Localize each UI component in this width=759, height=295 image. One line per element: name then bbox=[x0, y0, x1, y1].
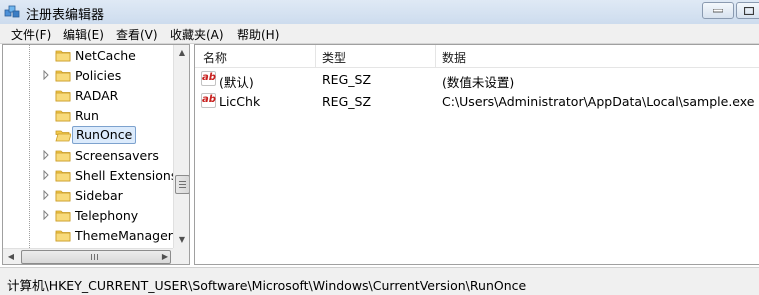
tree-item-label: Screensavers bbox=[75, 148, 159, 163]
tree-vertical-scrollbar[interactable]: ▲ ▼ bbox=[173, 45, 189, 248]
tree-item-netcache[interactable]: NetCache bbox=[3, 45, 173, 65]
expand-arrow-icon[interactable] bbox=[42, 70, 50, 80]
string-value-icon: ab bbox=[201, 71, 216, 86]
status-bar: 计算机\HKEY_CURRENT_USER\Software\Microsoft… bbox=[0, 267, 759, 295]
expand-arrow-icon[interactable] bbox=[42, 170, 50, 180]
value-name: LicChk bbox=[219, 94, 261, 109]
scroll-right-arrow-icon[interactable]: ▶ bbox=[157, 249, 173, 264]
menu-view[interactable]: 查看(V) bbox=[116, 25, 158, 44]
value-row[interactable]: ab LicChk REG_SZ C:\Users\Administrator\… bbox=[195, 90, 759, 112]
value-data: C:\Users\Administrator\AppData\Local\sam… bbox=[442, 94, 755, 109]
folder-icon bbox=[55, 230, 71, 242]
folder-icon bbox=[55, 190, 71, 202]
tree-item-label: NetCache bbox=[75, 48, 136, 63]
scroll-left-arrow-icon[interactable]: ◀ bbox=[3, 249, 19, 264]
current-key-path: 计算机\HKEY_CURRENT_USER\Software\Microsoft… bbox=[7, 278, 527, 293]
scrollbar-corner bbox=[173, 248, 189, 264]
tree-item-label: Policies bbox=[75, 68, 122, 83]
tree-item-label: RADAR bbox=[75, 88, 119, 103]
maximize-icon bbox=[744, 6, 754, 15]
tree-item-telephony[interactable]: Telephony bbox=[3, 205, 173, 225]
menu-bar: 文件(F) 编辑(E) 查看(V) 收藏夹(A) 帮助(H) bbox=[0, 24, 759, 44]
folder-icon bbox=[55, 150, 71, 162]
open-folder-icon bbox=[55, 130, 71, 142]
scrollbar-thumb[interactable] bbox=[175, 175, 189, 194]
tree-item-run[interactable]: Run bbox=[3, 105, 173, 125]
maximize-button[interactable] bbox=[736, 2, 759, 19]
scrollbar-thumb[interactable] bbox=[21, 250, 171, 264]
value-type: REG_SZ bbox=[322, 72, 372, 87]
tree-item-screensavers[interactable]: Screensavers bbox=[3, 145, 173, 165]
tree-item-label: Shell Extensions bbox=[75, 168, 178, 183]
tree-item-runonce[interactable]: RunOnce bbox=[3, 125, 173, 145]
value-data: (数值未设置) bbox=[442, 75, 515, 90]
folder-icon bbox=[55, 90, 71, 102]
tree-item-sidebar[interactable]: Sidebar bbox=[3, 185, 173, 205]
key-tree-pane[interactable]: NetCache Policies RADAR Run RunOnce Scre… bbox=[2, 44, 190, 265]
values-list-pane[interactable]: 名称 类型 数据 ab (默认) REG_SZ (数值未设置) ab LicCh… bbox=[194, 44, 759, 265]
column-header-type[interactable]: 类型 bbox=[322, 49, 346, 66]
tree-horizontal-scrollbar[interactable]: ◀ ▶ bbox=[3, 248, 173, 264]
tree-item-shell-extensions[interactable]: Shell Extensions bbox=[3, 165, 177, 185]
window-title: 注册表编辑器 bbox=[26, 8, 105, 23]
minimize-button[interactable] bbox=[702, 2, 734, 19]
tree-item-label: Sidebar bbox=[75, 188, 123, 203]
folder-icon bbox=[55, 170, 71, 182]
tree-item-label: RunOnce bbox=[72, 126, 137, 144]
scroll-up-arrow-icon[interactable]: ▲ bbox=[174, 45, 189, 61]
folder-icon bbox=[55, 50, 71, 62]
string-value-icon: ab bbox=[201, 93, 216, 108]
value-type: REG_SZ bbox=[322, 94, 372, 109]
expand-arrow-icon[interactable] bbox=[42, 190, 50, 200]
scroll-down-arrow-icon[interactable]: ▼ bbox=[174, 232, 189, 248]
value-row[interactable]: ab (默认) REG_SZ (数值未设置) bbox=[195, 68, 759, 90]
folder-icon bbox=[55, 70, 71, 82]
value-name: (默认) bbox=[219, 75, 254, 90]
menu-help[interactable]: 帮助(H) bbox=[237, 25, 279, 44]
folder-icon bbox=[55, 110, 71, 122]
tree-item-label: ThemeManager bbox=[75, 228, 173, 243]
tree-item-label: Run bbox=[75, 108, 99, 123]
expand-arrow-icon[interactable] bbox=[42, 150, 50, 160]
folder-icon bbox=[55, 210, 71, 222]
tree-item-thememanager[interactable]: ThemeManager bbox=[3, 225, 173, 245]
menu-file[interactable]: 文件(F) bbox=[11, 25, 51, 44]
registry-editor-icon bbox=[4, 5, 20, 18]
title-bar: 注册表编辑器 bbox=[0, 0, 759, 25]
column-header-data[interactable]: 数据 bbox=[442, 49, 466, 66]
minimize-icon bbox=[713, 8, 723, 12]
menu-edit[interactable]: 编辑(E) bbox=[63, 25, 104, 44]
column-divider[interactable] bbox=[315, 45, 316, 67]
tree-item-radar[interactable]: RADAR bbox=[3, 85, 173, 105]
expand-arrow-icon[interactable] bbox=[42, 210, 50, 220]
column-divider[interactable] bbox=[435, 45, 436, 67]
tree-item-policies[interactable]: Policies bbox=[3, 65, 173, 85]
list-header: 名称 类型 数据 bbox=[195, 45, 759, 68]
column-header-name[interactable]: 名称 bbox=[203, 49, 227, 66]
menu-favorites[interactable]: 收藏夹(A) bbox=[170, 25, 224, 44]
tree-item-label: Telephony bbox=[75, 208, 139, 223]
